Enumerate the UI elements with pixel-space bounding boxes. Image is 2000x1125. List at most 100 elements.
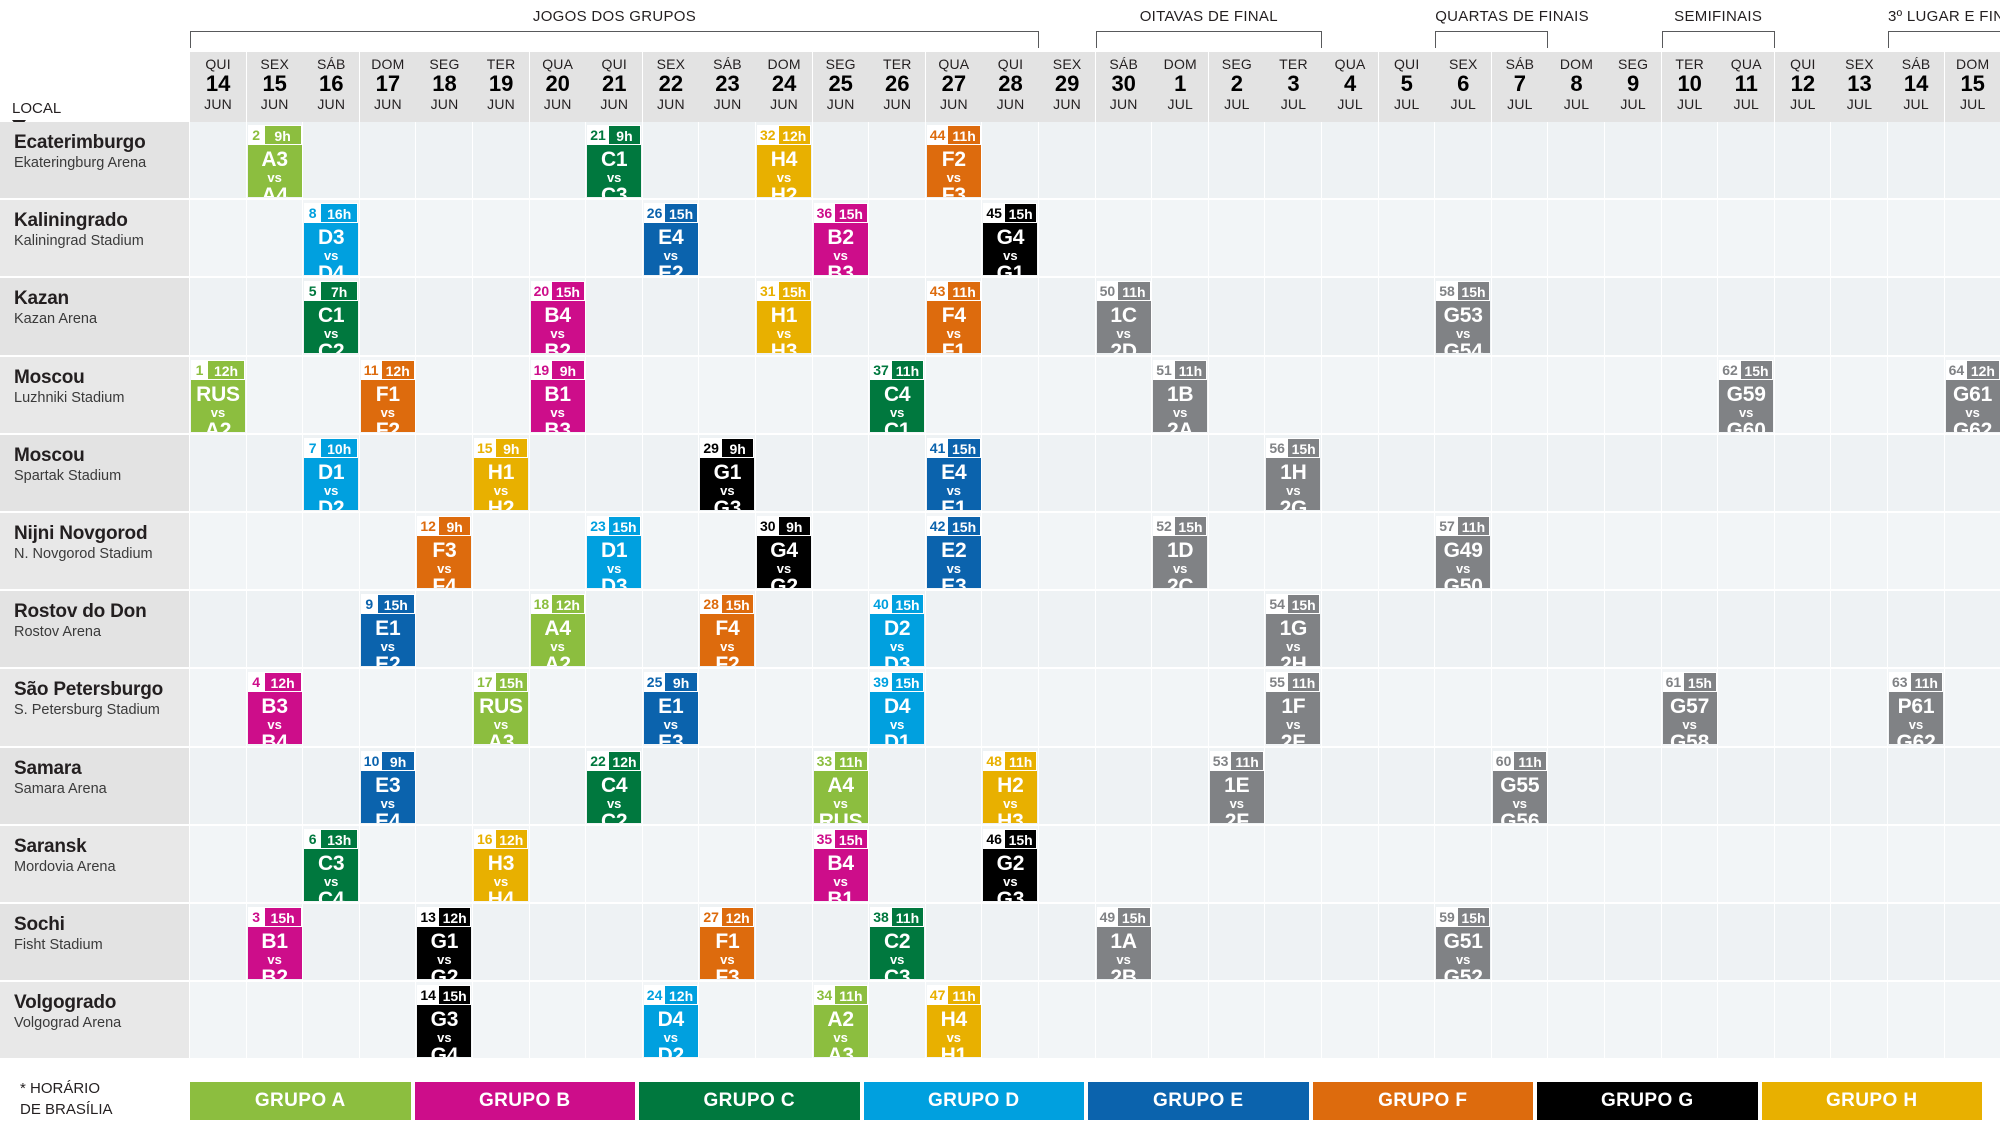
venue-label-cell[interactable]: Ecaterimburgo Ekateringburg Arena <box>0 122 190 199</box>
venue-label-cell[interactable]: Rostov do Don Rostov Arena <box>0 591 190 668</box>
day-column-header[interactable]: DOM 1 JUL <box>1152 52 1210 122</box>
day-column-header[interactable]: QUA 11 JUL <box>1718 52 1776 122</box>
day-column-header[interactable]: QUA 20 JUN <box>529 52 587 122</box>
match-card[interactable]: 32 12h H4 vs H2 <box>757 125 811 197</box>
match-card[interactable]: 2 9h A3 vs A4 <box>247 125 302 197</box>
venue-label-cell[interactable]: Moscou Luzhniki Stadium <box>0 356 190 433</box>
venue-label-cell[interactable]: Samara Samara Arena <box>0 747 190 824</box>
day-column-header[interactable]: SÁB 16 JUN <box>303 52 361 122</box>
match-card[interactable]: 57 11h G49 vs G50 <box>1436 516 1491 588</box>
match-card[interactable]: 25 9h E1 vs E3 <box>643 672 698 745</box>
legend-group-h[interactable]: GRUPO H <box>1761 1082 1982 1120</box>
day-column-header[interactable]: QUI 28 JUN <box>982 52 1040 122</box>
match-card[interactable]: 16 12h H3 vs H4 <box>474 828 528 901</box>
venue-label-cell[interactable]: Kaliningrado Kaliningrad Stadium <box>0 200 190 277</box>
match-card[interactable]: 46 15h G2 vs G3 <box>983 828 1038 901</box>
match-card[interactable]: 53 11h 1E vs 2F <box>1209 750 1264 823</box>
match-card[interactable]: 18 12h A4 vs A2 <box>530 594 585 667</box>
day-column-header[interactable]: SEG 2 JUL <box>1208 52 1266 122</box>
day-column-header[interactable]: DOM 24 JUN <box>756 52 814 122</box>
match-card[interactable]: 42 15h E2 vs E3 <box>926 516 981 588</box>
match-card[interactable]: 34 11h A2 vs A3 <box>813 985 868 1058</box>
match-card[interactable]: 45 15h G4 vs G1 <box>983 203 1038 276</box>
match-card[interactable]: 15 9h H1 vs H2 <box>474 437 528 510</box>
match-card[interactable]: 13 12h G1 vs G2 <box>417 907 472 979</box>
match-card[interactable]: 6 13h C3 vs C4 <box>304 828 359 901</box>
match-card[interactable]: 26 15h E4 vs E2 <box>643 203 698 276</box>
match-card[interactable]: 1 12h RUS vs A2 <box>191 359 245 432</box>
match-card[interactable]: 21 9h C1 vs C3 <box>587 125 642 197</box>
legend-group-f[interactable]: GRUPO F <box>1312 1082 1533 1120</box>
match-card[interactable]: 9 15h E1 vs E2 <box>360 594 415 667</box>
match-card[interactable]: 43 11h F4 vs F1 <box>926 281 981 354</box>
day-column-header[interactable]: TER 10 JUL <box>1661 52 1719 122</box>
legend-group-b[interactable]: GRUPO B <box>414 1082 635 1120</box>
match-card[interactable]: 62 15h G59 vs G60 <box>1719 359 1774 432</box>
day-column-header[interactable]: SEG 9 JUL <box>1605 52 1663 122</box>
venue-label-cell[interactable]: Saransk Mordovia Arena <box>0 825 190 902</box>
match-card[interactable]: 64 12h G61 vs G62 <box>1945 359 2000 432</box>
legend-group-g[interactable]: GRUPO G <box>1537 1082 1758 1120</box>
match-card[interactable]: 61 15h G57 vs G58 <box>1662 672 1717 745</box>
match-card[interactable]: 23 15h D1 vs D3 <box>587 516 642 588</box>
match-card[interactable]: 11 12h F1 vs F2 <box>360 359 415 432</box>
match-card[interactable]: 41 15h E4 vs E1 <box>926 437 981 510</box>
day-column-header[interactable]: QUI 14 JUN <box>190 52 248 122</box>
legend-group-c[interactable]: GRUPO C <box>639 1082 860 1120</box>
match-card[interactable]: 49 15h 1A vs 2B <box>1096 907 1151 979</box>
match-card[interactable]: 37 11h C4 vs C1 <box>870 359 925 432</box>
match-card[interactable]: 36 15h B2 vs B3 <box>813 203 868 276</box>
day-column-header[interactable]: SEX 29 JUN <box>1039 52 1097 122</box>
match-card[interactable]: 50 11h 1C vs 2D <box>1096 281 1151 354</box>
venue-label-cell[interactable]: Nijni Novgorod N. Novgorod Stadium <box>0 513 190 590</box>
day-column-header[interactable]: SEG 18 JUN <box>416 52 474 122</box>
day-column-header[interactable]: QUA 4 JUL <box>1322 52 1380 122</box>
match-card[interactable]: 55 11h 1F vs 2E <box>1266 672 1321 745</box>
match-card[interactable]: 59 15h G51 vs G52 <box>1436 907 1491 979</box>
day-column-header[interactable]: TER 3 JUL <box>1265 52 1323 122</box>
venue-label-cell[interactable]: Volgogrado Volgograd Arena <box>0 982 190 1059</box>
match-card[interactable]: 31 15h H1 vs H3 <box>757 281 811 354</box>
match-card[interactable]: 44 11h F2 vs F3 <box>926 125 981 197</box>
match-card[interactable]: 40 15h D2 vs D3 <box>870 594 925 667</box>
match-card[interactable]: 51 11h 1B vs 2A <box>1153 359 1208 432</box>
match-card[interactable]: 5 7h C1 vs C2 <box>304 281 359 354</box>
venue-label-cell[interactable]: São Petersburgo S. Petersburg Stadium <box>0 669 190 746</box>
match-card[interactable]: 29 9h G1 vs G3 <box>700 437 755 510</box>
legend-group-e[interactable]: GRUPO E <box>1088 1082 1309 1120</box>
venue-label-cell[interactable]: Kazan Kazan Arena <box>0 278 190 355</box>
match-card[interactable]: 48 11h H2 vs H3 <box>983 750 1038 823</box>
day-column-header[interactable]: QUI 21 JUN <box>586 52 644 122</box>
day-column-header[interactable]: SÁB 23 JUN <box>699 52 757 122</box>
match-card[interactable]: 47 11h H4 vs H1 <box>926 985 981 1058</box>
day-column-header[interactable]: TER 26 JUN <box>869 52 927 122</box>
match-card[interactable]: 33 11h A4 vs RUS <box>813 750 868 823</box>
match-card[interactable]: 3 15h B1 vs B2 <box>247 907 302 979</box>
match-card[interactable]: 12 9h F3 vs F4 <box>417 516 472 588</box>
day-column-header[interactable]: QUA 27 JUN <box>925 52 983 122</box>
day-column-header[interactable]: SEX 22 JUN <box>642 52 700 122</box>
day-column-header[interactable]: SÁB 7 JUL <box>1491 52 1549 122</box>
match-card[interactable]: 19 9h B1 vs B3 <box>530 359 585 432</box>
legend-group-d[interactable]: GRUPO D <box>863 1082 1084 1120</box>
match-card[interactable]: 22 12h C4 vs C2 <box>587 750 642 823</box>
match-card[interactable]: 28 15h F4 vs F2 <box>700 594 755 667</box>
day-column-header[interactable]: DOM 8 JUL <box>1548 52 1606 122</box>
day-column-header[interactable]: DOM 17 JUN <box>359 52 417 122</box>
match-card[interactable]: 7 10h D1 vs D2 <box>304 437 359 510</box>
match-card[interactable]: 4 12h B3 vs B4 <box>247 672 302 745</box>
match-card[interactable]: 10 9h E3 vs E4 <box>360 750 415 823</box>
day-column-header[interactable]: SEX 13 JUL <box>1831 52 1889 122</box>
day-column-header[interactable]: TER 19 JUN <box>473 52 531 122</box>
legend-group-a[interactable]: GRUPO A <box>190 1082 411 1120</box>
match-card[interactable]: 20 15h B4 vs B2 <box>530 281 585 354</box>
day-column-header[interactable]: DOM 15 JUL <box>1944 52 2000 122</box>
match-card[interactable]: 39 15h D4 vs D1 <box>870 672 925 745</box>
day-column-header[interactable]: SÁB 14 JUL <box>1888 52 1946 122</box>
match-card[interactable]: 35 15h B4 vs B1 <box>813 828 868 901</box>
day-column-header[interactable]: SEG 25 JUN <box>812 52 870 122</box>
match-card[interactable]: 56 15h 1H vs 2G <box>1266 437 1321 510</box>
match-card[interactable]: 24 12h D4 vs D2 <box>643 985 698 1058</box>
match-card[interactable]: 8 16h D3 vs D4 <box>304 203 359 276</box>
match-card[interactable]: 30 9h G4 vs G2 <box>757 516 811 588</box>
